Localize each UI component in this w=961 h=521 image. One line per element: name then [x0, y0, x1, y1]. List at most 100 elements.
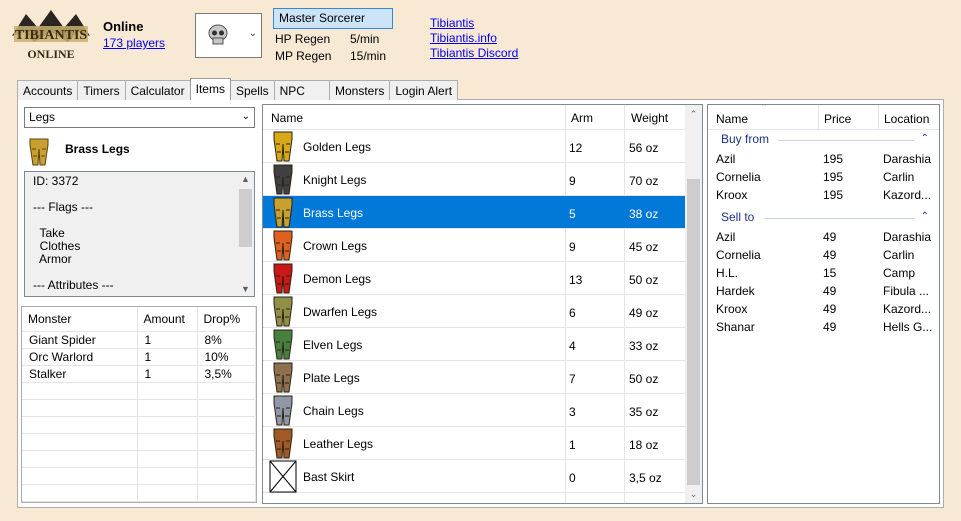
vocation-name-field[interactable]: Master Sorcerer [273, 8, 393, 29]
tab-spells[interactable]: Spells [229, 80, 275, 100]
list-item[interactable]: Demon Legs 13 50 oz [263, 262, 685, 295]
column-header-monster[interactable]: Monster [22, 307, 138, 332]
table-row [22, 467, 256, 485]
table-row[interactable]: Shanar 49 Hells G... [708, 318, 939, 336]
npc-location: Hells G... [883, 320, 933, 334]
list-item[interactable]: Dwarfen Legs 6 49 oz [263, 295, 685, 328]
list-item[interactable]: Brass Legs 5 38 oz [263, 196, 685, 229]
item-arm: 1 [569, 438, 576, 452]
item-info-text: ID: 3372 --- Flags --- Take Clothes Armo… [33, 174, 114, 292]
list-item[interactable]: Leather Legs 1 18 oz [263, 427, 685, 460]
scroll-up-icon[interactable]: ▲ [237, 174, 254, 184]
vocation-dropdown[interactable]: ⌄ [195, 13, 262, 58]
tab-timers[interactable]: Timers [77, 80, 126, 100]
item-name: Chain Legs [303, 404, 364, 418]
scrollbar-thumb[interactable] [239, 189, 252, 247]
list-item[interactable]: Chain Legs 3 35 oz [263, 394, 685, 427]
item-name: Plate Legs [303, 371, 360, 385]
column-header-name[interactable]: Name [716, 112, 748, 126]
tibiantis-discord-link[interactable]: Tibiantis Discord [430, 46, 518, 60]
column-header-drop[interactable]: Drop% [197, 307, 256, 332]
scroll-up-icon[interactable]: ⌃ [685, 109, 702, 120]
tibiantis-link[interactable]: Tibiantis [430, 16, 474, 30]
skull-icon [208, 24, 228, 45]
players-count-link[interactable]: 173 players [103, 36, 165, 50]
monster-name: Stalker [22, 365, 138, 383]
item-weight: 38 oz [629, 207, 659, 221]
table-row[interactable]: Orc Warlord 1 10% [22, 348, 256, 366]
npc-price: 49 [823, 248, 837, 262]
table-row [22, 382, 256, 400]
tab-login-alert[interactable]: Login Alert [389, 80, 459, 100]
item-arm: 13 [569, 273, 583, 287]
tab-calculator[interactable]: Calculator [124, 80, 191, 100]
items-list[interactable]: Name Arm Weight Golden Legs 12 56 oz Knight… [262, 104, 703, 504]
list-item[interactable]: Bast Skirt 0 3,5 oz [263, 460, 685, 493]
column-header-arm[interactable]: Arm [571, 111, 593, 125]
table-row[interactable]: Giant Spider 1 8% [22, 331, 256, 349]
npc-trade-list[interactable]: Name Price Location ⌃ Buy from ⌃ Azil 195 Da… [707, 104, 940, 504]
column-header-price[interactable]: Price [824, 112, 851, 126]
item-info-textbox[interactable]: ID: 3372 --- Flags --- Take Clothes Armo… [24, 171, 255, 297]
tab-accounts[interactable]: Accounts [17, 80, 79, 100]
column-header-location[interactable]: Location [884, 112, 929, 126]
npc-name: Azil [716, 230, 736, 244]
list-item[interactable]: Plate Legs 7 50 oz [263, 361, 685, 394]
scroll-down-icon[interactable]: ⌄ [685, 489, 702, 500]
crown-legs-icon [273, 230, 293, 261]
svg-text:TIBIANTIS: TIBIANTIS [15, 28, 88, 43]
column-header-weight[interactable]: Weight [631, 111, 668, 125]
scroll-down-icon[interactable]: ▼ [237, 284, 254, 294]
tab-npc[interactable]: NPC [273, 80, 330, 100]
list-item[interactable]: Elven Legs 4 33 oz [263, 328, 685, 361]
elven-legs-icon [273, 329, 293, 360]
tab-strip: Accounts Timers Calculator Items Spells … [17, 78, 459, 100]
npc-location: Carlin [883, 248, 915, 262]
tibiantis-info-link[interactable]: Tibiantis.info [430, 31, 497, 45]
list-item[interactable]: Crown Legs 9 45 oz [263, 229, 685, 262]
table-row [22, 399, 256, 417]
tab-items[interactable]: Items [189, 78, 231, 100]
item-category-dropdown[interactable]: Legs ⌄ [24, 107, 255, 128]
item-name: Leather Legs [303, 437, 374, 451]
table-row[interactable]: Stalker 1 3,5% [22, 365, 256, 383]
item-arm: 5 [569, 207, 576, 221]
collapse-group-icon[interactable]: ⌃ [921, 133, 929, 144]
item-arm: 4 [569, 339, 576, 353]
list-item[interactable]: Golden Legs 12 56 oz [263, 130, 685, 163]
buy-group-header: Buy from [721, 132, 770, 146]
monster-drop-table: Monster Amount Drop% Giant Spider 1 8% O… [21, 306, 257, 503]
column-header-amount[interactable]: Amount [137, 307, 198, 332]
table-row[interactable]: Cornelia 195 Carlin [708, 168, 939, 186]
table-row[interactable]: Hardek 49 Fibula ... [708, 282, 939, 300]
item-weight: 49 oz [629, 306, 659, 320]
npc-name: Azil [716, 152, 736, 166]
chevron-down-icon: ⌄ [248, 28, 257, 39]
items-scrollbar[interactable]: ⌃ ⌄ [685, 105, 702, 503]
table-row[interactable]: Cornelia 49 Carlin [708, 246, 939, 264]
table-row[interactable]: Azil 49 Darashia [708, 228, 939, 246]
list-item[interactable]: Knight Legs 9 70 oz [263, 163, 685, 196]
table-row[interactable]: Kroox 195 Kazord... [708, 186, 939, 204]
item-weight: 50 oz [629, 273, 659, 287]
collapse-group-icon[interactable]: ⌃ [921, 211, 929, 222]
table-row[interactable]: Azil 195 Darashia [708, 150, 939, 168]
npc-price: 49 [823, 320, 837, 334]
npc-location: Darashia [883, 152, 932, 166]
npc-price: 195 [823, 188, 844, 202]
item-name: Crown Legs [303, 239, 368, 253]
table-row[interactable]: Kroox 49 Kazord... [708, 300, 939, 318]
column-header-name[interactable]: Name [271, 111, 303, 125]
tab-monsters[interactable]: Monsters [328, 80, 391, 100]
npc-price: 195 [823, 170, 844, 184]
chain-legs-icon [273, 395, 293, 426]
scrollbar-thumb[interactable] [687, 179, 700, 485]
info-scrollbar[interactable]: ▲ ▼ [237, 172, 254, 296]
item-category-value: Legs [29, 110, 56, 124]
monster-drop: 8% [197, 331, 256, 349]
npc-name: Shanar [716, 320, 755, 334]
demon-legs-icon [273, 263, 293, 294]
online-status-label: Online [103, 19, 144, 34]
npc-name: Cornelia [716, 248, 761, 262]
table-row[interactable]: H.L. 15 Camp [708, 264, 939, 282]
